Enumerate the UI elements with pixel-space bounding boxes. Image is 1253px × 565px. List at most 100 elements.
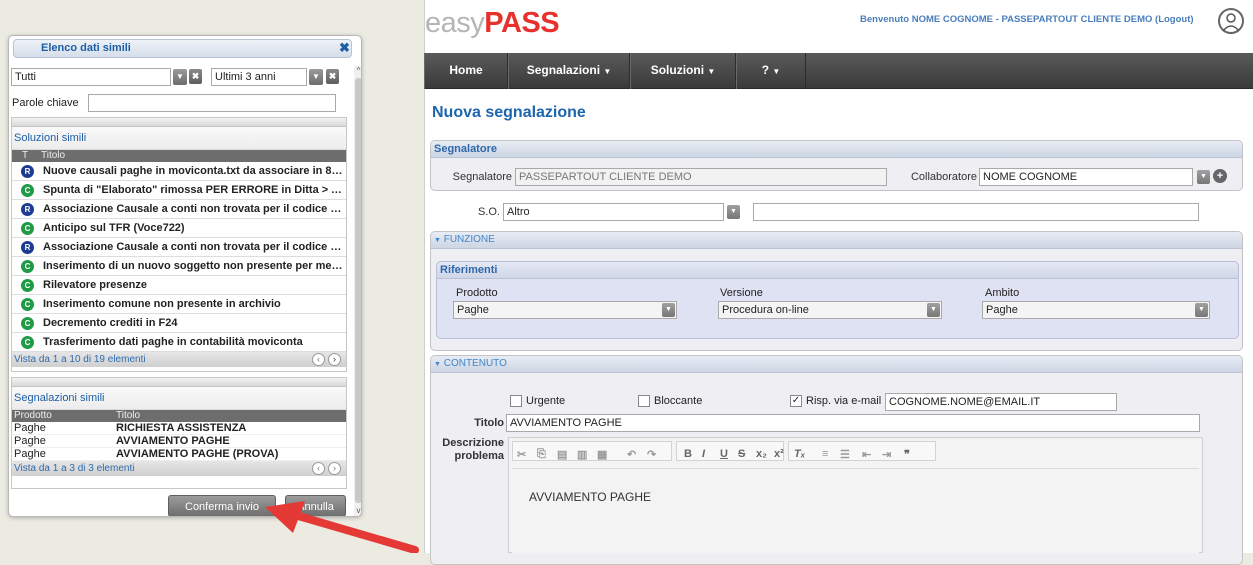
contenuto-section-title[interactable]: ▼ CONTENUTO <box>431 356 1242 373</box>
report-row[interactable]: Paghe AVVIAMENTO PAGHE (PROVA) <box>12 448 346 461</box>
chevron-down-icon: ▼ <box>772 67 781 76</box>
urgente-label: Urgente <box>526 395 566 407</box>
reports-pagination-info: Vista da 1 a 3 di 3 elementi <box>14 463 135 474</box>
next-page-icon[interactable]: › <box>328 353 341 366</box>
solution-type-icon: C <box>21 336 34 349</box>
solution-title: Inserimento comune non presente in archi… <box>43 298 281 310</box>
solution-row[interactable]: C Anticipo sul TFR (Voce722) <box>12 219 346 238</box>
description-textarea[interactable] <box>512 468 1199 554</box>
report-row[interactable]: Paghe AVVIAMENTO PAGHE <box>12 435 346 448</box>
so-extra-field[interactable] <box>753 203 1199 221</box>
col-product: Prodotto <box>14 410 52 421</box>
italic-icon[interactable]: I <box>702 448 705 460</box>
keywords-label: Parole chiave <box>12 97 79 109</box>
paste-word-icon[interactable]: ▦ <box>597 448 607 461</box>
period-filter-select[interactable]: Ultimi 3 anni <box>211 68 307 86</box>
collaboratore-label: Collaboratore <box>910 171 977 183</box>
solution-title: Associazione Causale a conti non trovata… <box>43 241 344 253</box>
type-filter-select[interactable]: Tutti <box>11 68 171 86</box>
titolo-input[interactable]: AVVIAMENTO PAGHE <box>506 414 1200 432</box>
welcome-text[interactable]: Benvenuto NOME COGNOME - PASSEPARTOUT CL… <box>860 14 1194 25</box>
chevron-down-icon[interactable]: ▼ <box>927 303 940 317</box>
riferimenti-title: Riferimenti <box>437 262 1238 279</box>
clear-icon[interactable]: ✖ <box>189 69 202 84</box>
urgente-checkbox[interactable] <box>510 395 522 407</box>
copy-icon[interactable]: ⎘ <box>537 448 546 461</box>
paste-icon[interactable]: ▤ <box>557 448 567 461</box>
ambito-label: Ambito <box>985 287 1020 299</box>
nav-home[interactable]: Home <box>424 53 508 89</box>
solution-row[interactable]: C Inserimento comune non presente in arch… <box>12 295 346 314</box>
nav-soluzioni[interactable]: Soluzioni ▼ <box>630 53 736 89</box>
outdent-icon[interactable]: ⇤ <box>862 448 871 461</box>
indent-icon[interactable]: ⇥ <box>882 448 891 461</box>
reports-footer: Vista da 1 a 3 di 3 elementi ‹ › <box>12 461 346 476</box>
solution-type-icon: C <box>21 317 34 330</box>
so-select[interactable]: Altro <box>503 203 724 221</box>
remove-format-icon[interactable]: Tₓ <box>794 448 805 460</box>
nav-help[interactable]: ? ▼ <box>736 53 806 89</box>
solution-row[interactable]: R Associazione Causale a conti non trovat… <box>12 238 346 257</box>
solution-row[interactable]: C Rilevatore presenze <box>12 276 346 295</box>
scroll-thumb[interactable] <box>355 78 361 503</box>
underline-icon[interactable]: U <box>720 448 728 460</box>
add-icon[interactable]: + <box>1213 169 1227 183</box>
similar-reports-panel: Segnalazioni simili Prodotto Titolo Pagh… <box>11 377 347 489</box>
funzione-section-title[interactable]: ▼ FUNZIONE <box>431 232 1242 249</box>
solution-row[interactable]: R Nuove causali paghe in moviconta.txt da… <box>12 162 346 181</box>
main-navbar: Home Segnalazioni ▼ Soluzioni ▼ ? ▼ <box>424 53 1253 89</box>
solution-row[interactable]: R Associazione Causale a conti non trovat… <box>12 200 346 219</box>
prev-page-icon[interactable]: ‹ <box>312 462 325 475</box>
superscript-icon[interactable]: x² <box>774 448 784 460</box>
clear-icon[interactable]: ✖ <box>326 69 339 84</box>
ambito-select[interactable]: Paghe <box>982 301 1210 319</box>
email-reply-checkbox[interactable]: ✓ <box>790 395 802 407</box>
nav-segnalazioni[interactable]: Segnalazioni ▼ <box>508 53 630 89</box>
chevron-down-icon[interactable]: ▼ <box>1195 303 1208 317</box>
cut-icon[interactable]: ✂ <box>517 448 526 461</box>
solution-row[interactable]: C Spunta di "Elaborato" rimossa PER ERROR… <box>12 181 346 200</box>
bloccante-checkbox[interactable] <box>638 395 650 407</box>
paste-text-icon[interactable]: ▥ <box>577 448 587 461</box>
chevron-down-icon[interactable]: ▼ <box>173 69 187 85</box>
segnalatore-field: PASSEPARTOUT CLIENTE DEMO <box>515 168 887 186</box>
blockquote-icon[interactable]: ❞ <box>904 448 910 461</box>
close-icon[interactable]: ✖ <box>339 41 350 54</box>
dialog-title: Elenco dati simili <box>13 39 352 58</box>
report-title: RICHIESTA ASSISTENZA <box>116 422 247 434</box>
reports-header: Prodotto Titolo <box>12 410 346 422</box>
next-page-icon[interactable]: › <box>328 462 341 475</box>
chevron-down-icon[interactable]: ▼ <box>1197 170 1210 184</box>
dialog-scrollbar[interactable]: ^ v <box>354 66 361 516</box>
strikethrough-icon[interactable]: S <box>738 448 745 460</box>
bullet-list-icon[interactable]: ☰ <box>840 448 850 461</box>
bold-icon[interactable]: B <box>684 448 692 460</box>
keywords-input[interactable] <box>88 94 336 112</box>
solutions-footer: Vista da 1 a 10 di 19 elementi ‹ › <box>12 352 346 367</box>
collaboratore-select[interactable]: NOME COGNOME <box>979 168 1193 186</box>
report-product: Paghe <box>14 435 46 447</box>
description-text: AVVIAMENTO PAGHE <box>529 490 652 504</box>
segnalatore-section-title: Segnalatore <box>431 141 1242 158</box>
report-type-icon: R <box>21 203 34 216</box>
solution-row[interactable]: C Trasferimento dati paghe in contabilità… <box>12 333 346 352</box>
versione-select[interactable]: Procedura on-line <box>718 301 942 319</box>
prev-page-icon[interactable]: ‹ <box>312 353 325 366</box>
col-title: Titolo <box>41 150 66 161</box>
chevron-down-icon: ▼ <box>603 67 612 76</box>
chevron-down-icon[interactable]: ▼ <box>309 69 323 85</box>
prodotto-select[interactable]: Paghe <box>453 301 677 319</box>
report-type-icon: R <box>21 165 34 178</box>
solution-row[interactable]: C Decremento crediti in F24 <box>12 314 346 333</box>
versione-label: Versione <box>720 287 763 299</box>
undo-icon[interactable]: ↶ <box>627 448 636 461</box>
scroll-up-icon[interactable]: ^ <box>354 66 361 76</box>
chevron-down-icon[interactable]: ▼ <box>727 205 740 219</box>
report-row[interactable]: Paghe RICHIESTA ASSISTENZA <box>12 422 346 435</box>
numbered-list-icon[interactable]: ≡ <box>822 448 828 460</box>
solution-row[interactable]: C Inserimento di un nuovo soggetto non pr… <box>12 257 346 276</box>
email-field[interactable]: COGNOME.NOME@EMAIL.IT <box>885 393 1117 411</box>
chevron-down-icon[interactable]: ▼ <box>662 303 675 317</box>
subscript-icon[interactable]: x₂ <box>756 448 767 460</box>
redo-icon[interactable]: ↷ <box>647 448 656 461</box>
